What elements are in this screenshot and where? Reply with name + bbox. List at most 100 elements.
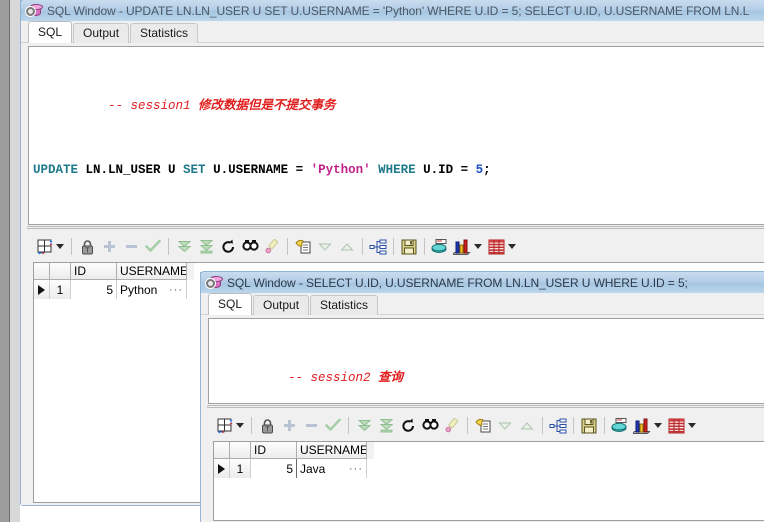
grid-layout-icon[interactable]: [33, 236, 55, 258]
explain-plan-icon[interactable]: [367, 236, 389, 258]
row-number-1: 1: [50, 280, 71, 299]
table-row[interactable]: 1 5 Python ···: [34, 280, 194, 299]
toolbar-separator: [467, 417, 468, 434]
tab-statistics-2[interactable]: Statistics: [310, 295, 379, 315]
header-column-id[interactable]: ID: [71, 263, 117, 280]
find-icon[interactable]: [239, 236, 261, 258]
table-row[interactable]: 1 5 Java ···: [214, 459, 374, 478]
cell-id-2[interactable]: 5: [251, 459, 297, 478]
copy-to-clipboard-icon[interactable]: [472, 415, 494, 437]
tab-output-1[interactable]: Output: [73, 23, 130, 43]
chart-icon[interactable]: [631, 415, 653, 437]
sql-window-2[interactable]: SQL Window - SELECT U.ID, U.USERNAME FRO…: [200, 271, 764, 522]
clear-filter-icon: [261, 236, 283, 258]
header-column-username[interactable]: USERNAME: [117, 263, 187, 280]
app-window-edge-outer: [0, 0, 9, 522]
row-indicator-1: [34, 280, 50, 299]
delete-row-icon: [300, 415, 322, 437]
window-2-editor-wrap: -- session2 查询 SELECT U.ID, U.USERNAME F…: [201, 315, 764, 404]
results-grid-2[interactable]: ID USERNAME 1 5 Java ···: [214, 442, 374, 478]
toolbar-separator: [573, 417, 574, 434]
export-down-icon: [494, 415, 516, 437]
toolbar-separator: [287, 238, 288, 255]
svg-text:T: T: [265, 426, 270, 433]
refresh-icon[interactable]: [217, 236, 239, 258]
print-icon[interactable]: [429, 236, 451, 258]
copy-to-clipboard-icon[interactable]: [292, 236, 314, 258]
header-indicator: [214, 442, 230, 459]
grid-layout-dropdown-caret[interactable]: [236, 423, 244, 428]
fetch-next-page-icon: [173, 236, 195, 258]
table-view-icon[interactable]: [485, 236, 507, 258]
window-1-splitter[interactable]: [21, 225, 764, 232]
tab-sql-2[interactable]: SQL: [208, 293, 253, 315]
editor-2-comment-prefix: -- session2: [288, 371, 379, 385]
sql-editor-1[interactable]: -- session1 修改数据但是不提交事务 UPDATE LN.LN_USE…: [28, 46, 764, 225]
window-2-title: SQL Window - SELECT U.ID, U.USERNAME FRO…: [227, 275, 688, 290]
svg-text:T: T: [85, 247, 90, 254]
window-2-splitter[interactable]: [201, 404, 764, 411]
insert-row-icon: [278, 415, 300, 437]
grid-layout-dropdown-caret[interactable]: [56, 244, 64, 249]
window-2-results-area: ID USERNAME 1 5 Java ···: [201, 441, 764, 522]
sql-editor-2[interactable]: -- session2 查询 SELECT U.ID, U.USERNAME F…: [208, 318, 764, 404]
toolbar-separator: [362, 238, 363, 255]
cell-overflow-dots-2: ···: [349, 462, 363, 475]
chart-icon[interactable]: [451, 236, 473, 258]
chart-dropdown-caret[interactable]: [474, 244, 482, 249]
delete-row-icon: [120, 236, 142, 258]
tab-statistics-1[interactable]: Statistics: [130, 23, 199, 43]
chart-dropdown-caret[interactable]: [654, 423, 662, 428]
editor-1-comment-prefix: -- session1: [108, 99, 199, 113]
row-number-2: 1: [230, 459, 251, 478]
toolbar-separator: [251, 417, 252, 434]
export-down-icon: [314, 236, 336, 258]
lock-icon[interactable]: T: [256, 415, 278, 437]
header-column-id[interactable]: ID: [251, 442, 297, 459]
import-up-icon: [336, 236, 358, 258]
table-view-icon[interactable]: [665, 415, 687, 437]
window-2-titlebar[interactable]: SQL Window - SELECT U.ID, U.USERNAME FRO…: [200, 271, 764, 293]
application-root: SQL Window - UPDATE LN.LN_USER U SET U.U…: [0, 0, 764, 522]
tab-output-2[interactable]: Output: [253, 295, 310, 315]
import-up-icon: [516, 415, 538, 437]
refresh-icon[interactable]: [397, 415, 419, 437]
window-2-results-panel: ID USERNAME 1 5 Java ···: [213, 441, 764, 521]
window-1-titlebar[interactable]: SQL Window - UPDATE LN.LN_USER U SET U.U…: [20, 0, 764, 21]
editor-1-line-2: UPDATE LN.LN_USER U SET U.USERNAME = 'Py…: [33, 163, 491, 177]
editor-2-line-1: -- session2 查询: [213, 353, 764, 402]
table-view-dropdown-caret[interactable]: [508, 244, 516, 249]
toolbar-separator: [71, 238, 72, 255]
insert-row-icon: [98, 236, 120, 258]
toolbar-separator: [348, 417, 349, 434]
grid-layout-icon[interactable]: [213, 415, 235, 437]
fetch-last-page-icon: [375, 415, 397, 437]
results-grid-1[interactable]: ID USERNAME 1 5 Python ···: [34, 263, 194, 299]
header-column-username[interactable]: USERNAME: [297, 442, 367, 459]
clear-filter-icon: [441, 415, 463, 437]
lock-icon[interactable]: T: [76, 236, 98, 258]
toolbar-separator: [168, 238, 169, 255]
cell-username-1[interactable]: Python ···: [117, 280, 187, 299]
cell-id-1[interactable]: 5: [71, 280, 117, 299]
window-1-tabstrip: SQL Output Statistics: [21, 21, 764, 43]
window-1-grid-toolbar: T: [21, 233, 764, 260]
print-icon[interactable]: [609, 415, 631, 437]
results-grid-1-header: ID USERNAME: [34, 263, 194, 280]
cell-username-2[interactable]: Java ···: [297, 459, 367, 478]
editor-1-line-3: [33, 210, 764, 224]
toolbar-separator: [424, 238, 425, 255]
editor-2-comment-cn: 查询: [378, 370, 404, 384]
row-indicator-2: [214, 459, 230, 478]
save-icon[interactable]: [578, 415, 600, 437]
results-grid-2-header: ID USERNAME: [214, 442, 374, 459]
explain-plan-icon[interactable]: [547, 415, 569, 437]
window-2-tabstrip: SQL Output Statistics: [201, 293, 764, 315]
save-icon[interactable]: [398, 236, 420, 258]
post-changes-icon: [142, 236, 164, 258]
toolbar-separator: [604, 417, 605, 434]
header-rownum: [50, 263, 71, 280]
tab-sql-1[interactable]: SQL: [28, 21, 73, 43]
find-icon[interactable]: [419, 415, 441, 437]
table-view-dropdown-caret[interactable]: [688, 423, 696, 428]
